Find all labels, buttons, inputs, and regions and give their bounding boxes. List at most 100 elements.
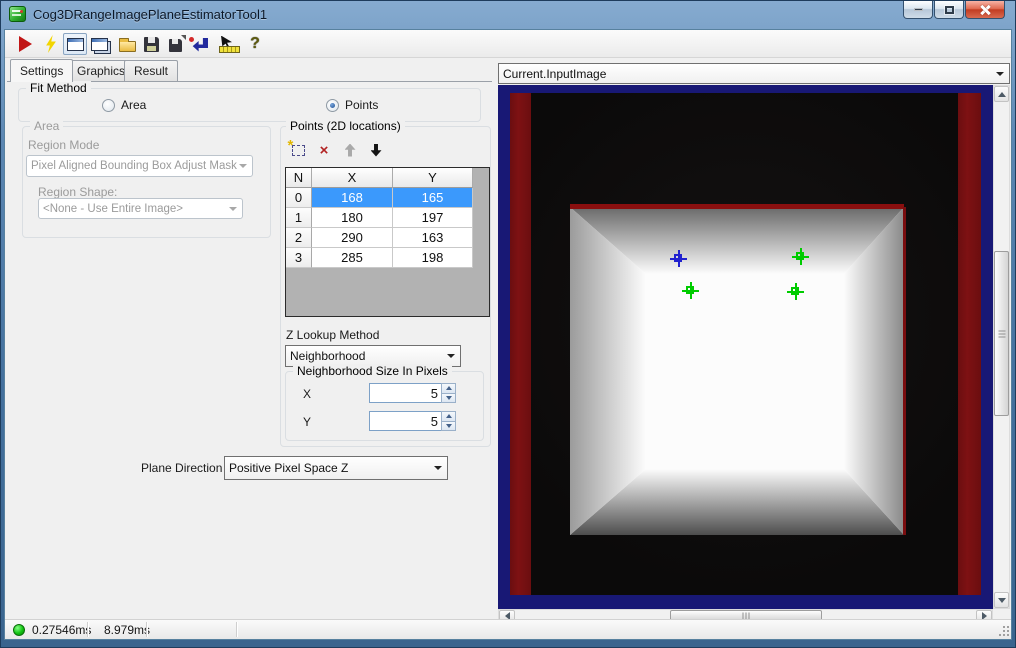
radio-area[interactable]: Area [102,98,146,112]
show-image-toggle-button[interactable] [63,33,87,55]
radio-area-label: Area [121,98,147,112]
run-button[interactable] [13,33,37,55]
tool-window: Cog3DRangeImagePlaneEstimatorTool1 ? Set… [0,0,1016,648]
neighborhood-y-label: Y [303,415,312,429]
minimize-icon [913,8,923,11]
run-icon [18,36,32,52]
image-red-band-right [958,93,981,595]
image-source-combo[interactable]: Current.InputImage [498,63,1010,84]
app-body: ? Settings Graphics Result Fit Method Ar… [4,29,1012,640]
point-marker[interactable] [792,248,809,265]
range-image[interactable] [510,93,981,595]
region-shape-combo[interactable]: <None - Use Entire Image> [38,198,243,219]
pointer-ruler-button[interactable] [217,33,241,55]
spin-up-button[interactable] [442,384,455,393]
table-row[interactable]: 3 285 198 [286,248,489,268]
status-ok-icon [13,624,25,636]
column-header-x[interactable]: X [312,168,393,188]
plane-direction-value: Positive Pixel Space Z [229,461,349,475]
spin-up-button[interactable] [442,412,455,421]
region-shape-value: <None - Use Entire Image> [43,202,183,215]
table-row[interactable]: 0 168 165 [286,188,489,208]
neighborhood-x-label: X [303,387,312,401]
close-button[interactable] [965,1,1005,19]
point-marker[interactable] [787,283,804,300]
radio-points[interactable]: Points [326,98,378,112]
plane-direction-combo[interactable]: Positive Pixel Space Z [224,456,448,480]
region-mode-value: Pixel Aligned Bounding Box Adjust Mask [31,160,237,172]
settings-panel: Settings Graphics Result Fit Method Area… [5,59,494,619]
tab-settings[interactable]: Settings [10,59,74,82]
region-mode-combo[interactable]: Pixel Aligned Bounding Box Adjust Mask [26,155,253,177]
table-row[interactable]: 1 180 197 [286,208,489,228]
open-button[interactable] [115,33,139,55]
process-time: 0.27546ms [32,623,92,637]
image-viewer[interactable] [498,85,993,609]
toolbar: ? [5,30,1011,58]
neighborhood-x-value[interactable]: 5 [369,383,441,403]
minimize-button[interactable] [903,1,933,19]
tab-result[interactable]: Result [124,60,179,81]
move-point-up-button[interactable] [337,139,363,161]
chevron-down-icon [229,206,237,211]
point-marker[interactable] [682,282,699,299]
column-header-n[interactable]: N [286,168,312,188]
delete-point-button[interactable]: × [311,139,337,161]
grip-icon [998,333,1005,334]
cell-x: 290 [312,228,393,248]
spin-down-button[interactable] [442,392,455,402]
vertical-scrollbar[interactable] [993,85,1010,609]
marker-square-icon [791,287,799,295]
add-point-button[interactable] [285,137,311,161]
cell-n: 3 [286,248,312,268]
vertical-scroll-thumb[interactable] [994,251,1009,416]
float-image-button[interactable] [87,33,111,55]
cell-x: 285 [312,248,393,268]
maximize-button[interactable] [934,1,964,19]
fit-method-label: Fit Method [26,81,91,95]
region-mode-label: Region Mode [28,138,100,152]
window-title: Cog3DRangeImagePlaneEstimatorTool1 [33,7,268,22]
new-point-icon [288,137,305,156]
radio-circle-icon [102,98,115,112]
lightning-icon [46,35,56,53]
window-controls [902,1,1005,19]
status-bar: 0.27546ms 8.979ms [5,619,1011,639]
marker-square-icon [686,286,694,294]
help-button[interactable]: ? [243,33,267,55]
area-group-label: Area [30,119,64,133]
z-lookup-label: Z Lookup Method [286,328,380,342]
pointer-ruler-icon [219,36,240,53]
close-icon [980,5,991,15]
arrow-down-icon [445,395,452,400]
points-group-label: Points (2D locations) [286,119,405,133]
open-folder-icon [118,37,136,52]
move-point-down-button[interactable] [363,139,389,161]
cell-x: 180 [312,208,393,228]
electric-run-button[interactable] [39,33,63,55]
import-button[interactable] [187,33,211,55]
cell-x: 168 [312,188,393,208]
cell-y: 197 [393,208,473,228]
save-as-button[interactable] [163,33,187,55]
save-icon [143,36,159,52]
table-row[interactable]: 2 290 163 [286,228,489,248]
scroll-down-button[interactable] [994,592,1009,608]
arrow-down-icon [445,423,452,428]
radio-points-label: Points [345,98,379,112]
arrow-down-icon [370,143,382,157]
column-header-y[interactable]: Y [393,168,473,188]
save-button[interactable] [139,33,163,55]
points-toolbar: × [285,137,389,161]
save-as-icon [168,35,186,52]
titlebar[interactable]: Cog3DRangeImagePlaneEstimatorTool1 [1,1,1015,29]
import-arrow-icon [189,36,209,53]
neighborhood-y-stepper[interactable]: 5 [369,411,456,431]
point-marker[interactable] [670,250,687,267]
scroll-up-button[interactable] [994,86,1009,102]
spin-down-button[interactable] [442,420,455,430]
neighborhood-y-value[interactable]: 5 [369,411,441,431]
neighborhood-x-stepper[interactable]: 5 [369,383,456,403]
resize-grip[interactable] [1003,626,1005,628]
range-frustum [570,204,906,535]
